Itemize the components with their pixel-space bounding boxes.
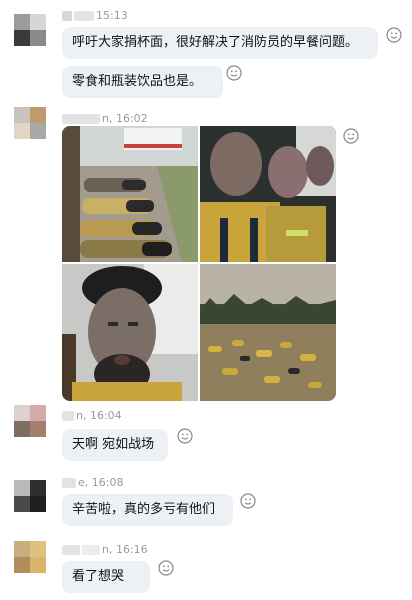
smiley-icon[interactable]: [343, 128, 359, 144]
message-bubble[interactable]: 呼吁大家捐杯面，很好解决了消防员的早餐问题。: [62, 27, 378, 59]
photo-firefighters-sleeping[interactable]: [62, 126, 198, 262]
name-tail: e,: [78, 476, 89, 489]
message-time: 15:13: [96, 9, 128, 22]
message-text: 天啊 宛如战场: [72, 437, 155, 452]
name-tail: n,: [76, 409, 87, 422]
avatar[interactable]: [14, 14, 46, 46]
smiley-icon[interactable]: [240, 493, 256, 509]
photo-grid[interactable]: [62, 126, 336, 401]
smiley-icon[interactable]: [226, 65, 242, 81]
message-time: 16:02: [115, 112, 148, 125]
message-meta: e, 16:08: [62, 476, 123, 490]
smiley-icon[interactable]: [158, 560, 174, 576]
message-meta: n, 16:04: [62, 409, 122, 423]
message-text: 零食和瓶装饮品也是。: [72, 74, 203, 89]
photo-firefighters-in-field[interactable]: [200, 264, 336, 401]
message-meta: 15:13: [62, 9, 128, 23]
message-text: 看了想哭: [72, 569, 125, 584]
name-tail: n,: [102, 112, 113, 125]
photo-firefighter-selfie[interactable]: [62, 264, 198, 401]
avatar[interactable]: [14, 107, 46, 139]
name-tail: n,: [102, 543, 113, 556]
message-text: 辛苦啦，真的多亏有他们: [72, 502, 216, 517]
message-meta: n, 16:16: [62, 543, 148, 557]
avatar[interactable]: [14, 405, 46, 437]
message-bubble[interactable]: 天啊 宛如战场: [62, 429, 168, 461]
avatar[interactable]: [14, 480, 46, 512]
message-bubble[interactable]: 看了想哭: [62, 561, 150, 593]
message-time: 16:08: [91, 476, 124, 489]
message-meta: n, 16:02: [62, 112, 148, 126]
message-time: 16:04: [89, 409, 122, 422]
message-bubble[interactable]: 辛苦啦，真的多亏有他们: [62, 494, 233, 526]
message-text: 呼吁大家捐杯面，很好解决了消防员的早餐问题。: [72, 35, 359, 50]
avatar[interactable]: [14, 541, 46, 573]
smiley-icon[interactable]: [386, 27, 402, 43]
smiley-icon[interactable]: [177, 428, 193, 444]
photo-firefighters-in-truck[interactable]: [200, 126, 336, 262]
message-time: 16:16: [115, 543, 148, 556]
message-bubble[interactable]: 零食和瓶装饮品也是。: [62, 66, 223, 98]
